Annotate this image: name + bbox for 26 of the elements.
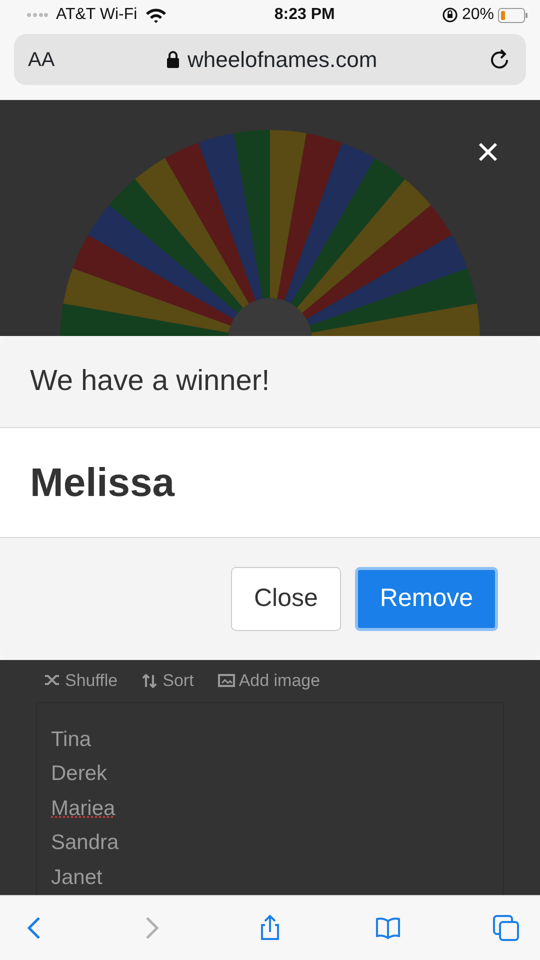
remove-button[interactable]: Remove — [354, 567, 498, 631]
entry-text: Tina — [51, 726, 92, 752]
wifi-icon — [145, 7, 168, 23]
sort-icon — [142, 673, 159, 688]
shuffle-button[interactable]: Shuffle — [44, 668, 118, 694]
dialog-title: We have a winner! — [30, 364, 270, 399]
entry-text: Mariea — [51, 796, 116, 822]
image-icon — [218, 673, 235, 688]
text-size-button[interactable]: AA — [28, 44, 55, 74]
entry-text: Derek — [51, 761, 108, 787]
tabs-icon[interactable] — [492, 914, 520, 942]
close-icon[interactable] — [478, 142, 498, 162]
carrier-label: AT&T Wi-Fi — [56, 5, 138, 25]
entry-text: Janet — [51, 864, 104, 890]
status-time: 8:23 PM — [274, 5, 335, 25]
lock-icon — [166, 50, 180, 68]
battery-percent: 20% — [462, 5, 494, 25]
signal-icon — [26, 12, 48, 18]
close-button[interactable]: Close — [230, 567, 341, 631]
url-text[interactable]: wheelofnames.com — [188, 42, 378, 76]
winner-name: Melissa — [30, 460, 175, 506]
battery-icon — [498, 8, 528, 22]
rotation-lock-icon — [442, 7, 458, 23]
sort-button[interactable]: Sort — [142, 668, 194, 694]
entry-text: Sandra — [51, 830, 120, 856]
image-button[interactable]: Add image — [218, 668, 320, 694]
